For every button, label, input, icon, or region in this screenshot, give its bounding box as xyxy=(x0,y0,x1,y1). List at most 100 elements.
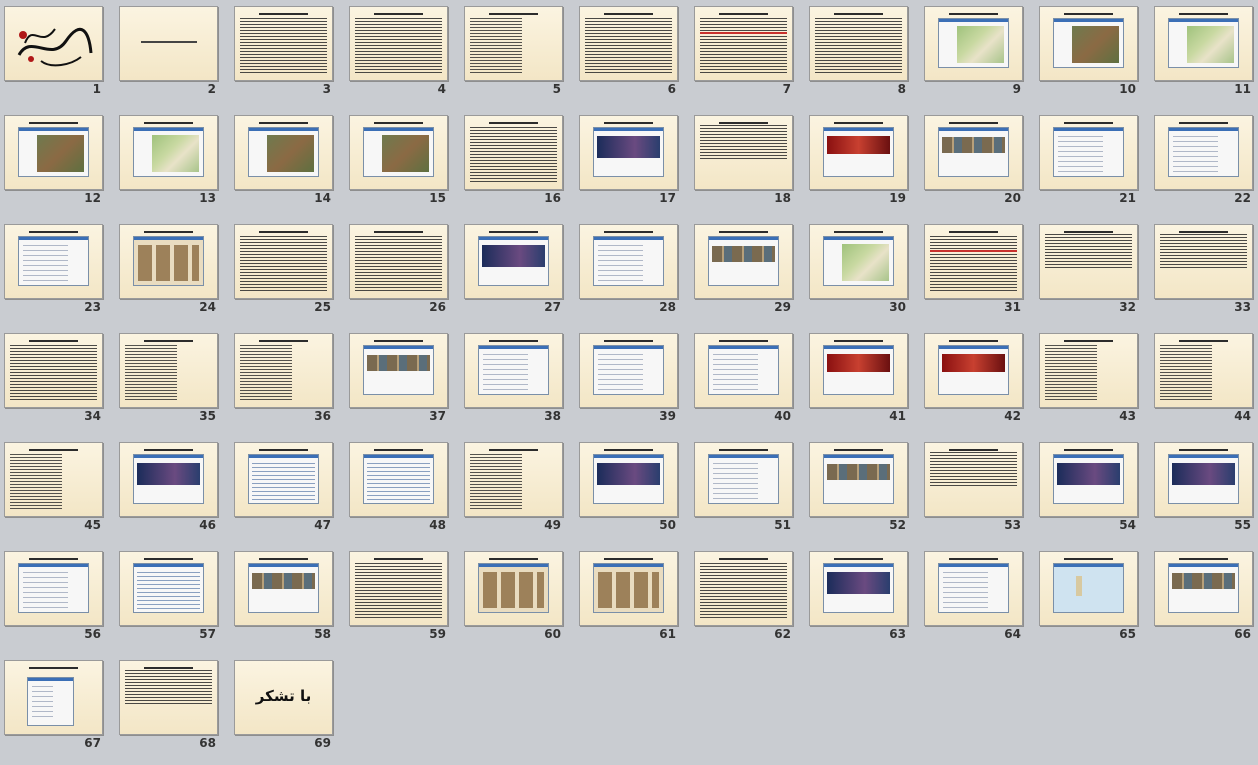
slide-thumbnail[interactable] xyxy=(924,6,1023,81)
slide-thumbnail[interactable] xyxy=(119,660,218,735)
slide-thumbnail[interactable] xyxy=(4,6,103,81)
slide-thumbnail[interactable] xyxy=(579,551,678,626)
slide-heading xyxy=(144,558,193,560)
slide-thumbnail[interactable] xyxy=(1154,224,1253,299)
slide-number: 52 xyxy=(889,518,906,532)
slide-cell: 57 xyxy=(119,547,234,656)
slide-thumbnail[interactable] xyxy=(809,551,908,626)
slide-thumbnail[interactable] xyxy=(349,6,448,81)
slide-thumbnail[interactable] xyxy=(924,551,1023,626)
slide-thumbnail[interactable] xyxy=(4,551,103,626)
slide-cell: 19 xyxy=(809,111,924,220)
slide-thumbnail[interactable] xyxy=(1039,333,1138,408)
slide-number: 39 xyxy=(659,409,676,423)
slide-thumbnail[interactable] xyxy=(1154,442,1253,517)
slide-thumbnail[interactable] xyxy=(464,115,563,190)
slide-thumbnail[interactable] xyxy=(1039,442,1138,517)
slide-thumbnail[interactable] xyxy=(694,6,793,81)
text-block xyxy=(10,345,97,400)
slide-thumbnail[interactable] xyxy=(1154,115,1253,190)
screenshot-image xyxy=(823,454,894,504)
slide-thumbnail[interactable] xyxy=(119,551,218,626)
slide-thumbnail[interactable] xyxy=(349,115,448,190)
slide-heading xyxy=(949,13,998,15)
slide-thumbnail[interactable] xyxy=(4,115,103,190)
slide-number: 16 xyxy=(544,191,561,205)
slide-thumbnail[interactable] xyxy=(349,442,448,517)
slide-thumbnail[interactable] xyxy=(349,551,448,626)
slide-thumbnail[interactable] xyxy=(349,333,448,408)
slide-thumbnail[interactable] xyxy=(579,115,678,190)
slide-thumbnail[interactable] xyxy=(4,660,103,735)
slide-heading xyxy=(1179,449,1228,451)
slide-number: 8 xyxy=(897,82,906,96)
slide-thumbnail[interactable] xyxy=(4,333,103,408)
slide-thumbnail[interactable] xyxy=(1154,6,1253,81)
slide-thumbnail[interactable] xyxy=(464,224,563,299)
slide-thumbnail[interactable] xyxy=(1039,551,1138,626)
slide-thumbnail[interactable] xyxy=(694,442,793,517)
screenshot-image xyxy=(938,345,1009,395)
slide-thumbnail[interactable] xyxy=(234,551,333,626)
slide-thumbnail[interactable] xyxy=(924,333,1023,408)
slide-thumbnail[interactable] xyxy=(694,551,793,626)
slide-thumbnail[interactable] xyxy=(464,6,563,81)
slide-thumbnail[interactable] xyxy=(119,115,218,190)
slide-thumbnail[interactable] xyxy=(119,6,218,81)
slide-thumbnail[interactable] xyxy=(119,442,218,517)
slide-heading xyxy=(719,231,768,233)
screenshot-image xyxy=(18,127,89,177)
slide-thumbnail[interactable] xyxy=(694,224,793,299)
slide-thumbnail[interactable] xyxy=(579,442,678,517)
slide-thumbnail[interactable] xyxy=(694,115,793,190)
slide-cell: 67 xyxy=(4,656,119,765)
slide-number: 64 xyxy=(1004,627,1021,641)
slide-thumbnail[interactable] xyxy=(924,224,1023,299)
slide-thumbnail[interactable] xyxy=(119,224,218,299)
slide-thumbnail[interactable] xyxy=(809,442,908,517)
slide-thumbnail[interactable] xyxy=(694,333,793,408)
slide-thumbnail[interactable] xyxy=(234,442,333,517)
slide-thumbnail[interactable] xyxy=(234,224,333,299)
screenshot-image xyxy=(133,127,204,177)
screenshot-image xyxy=(938,127,1009,177)
slide-thumbnail[interactable] xyxy=(464,333,563,408)
slide-number: 57 xyxy=(199,627,216,641)
slide-thumbnail[interactable] xyxy=(1039,224,1138,299)
slide-thumbnail[interactable] xyxy=(579,224,678,299)
slide-thumbnail[interactable] xyxy=(119,333,218,408)
slide-thumbnail[interactable] xyxy=(809,333,908,408)
slide-thumbnail[interactable] xyxy=(579,333,678,408)
slide-thumbnail[interactable] xyxy=(1154,333,1253,408)
slide-cell: 4 xyxy=(349,2,464,111)
slide-heading xyxy=(29,558,78,560)
slide-thumbnail[interactable] xyxy=(1154,551,1253,626)
slide-heading xyxy=(374,13,423,15)
screenshot-image xyxy=(823,345,894,395)
slide-thumbnail[interactable] xyxy=(924,442,1023,517)
slide-thumbnail[interactable] xyxy=(809,115,908,190)
slide-thumbnail[interactable]: با تشکر xyxy=(234,660,333,735)
slide-cell: 33 xyxy=(1154,220,1258,329)
slide-thumbnail[interactable] xyxy=(4,442,103,517)
slide-thumbnail[interactable] xyxy=(349,224,448,299)
text-block xyxy=(125,670,212,704)
slide-thumbnail[interactable] xyxy=(924,115,1023,190)
slide-thumbnail[interactable] xyxy=(234,6,333,81)
slide-thumbnail[interactable] xyxy=(234,115,333,190)
slide-number: 35 xyxy=(199,409,216,423)
slide-thumbnail[interactable] xyxy=(1039,6,1138,81)
slide-thumbnail[interactable] xyxy=(579,6,678,81)
slide-thumbnail[interactable] xyxy=(809,224,908,299)
slide-thumbnail[interactable] xyxy=(234,333,333,408)
calligraphy-logo xyxy=(17,27,93,67)
slide-thumbnail[interactable] xyxy=(809,6,908,81)
text-block xyxy=(1045,345,1097,400)
slide-thumbnail[interactable] xyxy=(4,224,103,299)
slide-thumbnail[interactable] xyxy=(464,442,563,517)
slide-number: 11 xyxy=(1234,82,1251,96)
slide-thumbnail[interactable] xyxy=(464,551,563,626)
slide-cell: 40 xyxy=(694,329,809,438)
slide-thumbnail[interactable] xyxy=(1039,115,1138,190)
slide-number: 47 xyxy=(314,518,331,532)
